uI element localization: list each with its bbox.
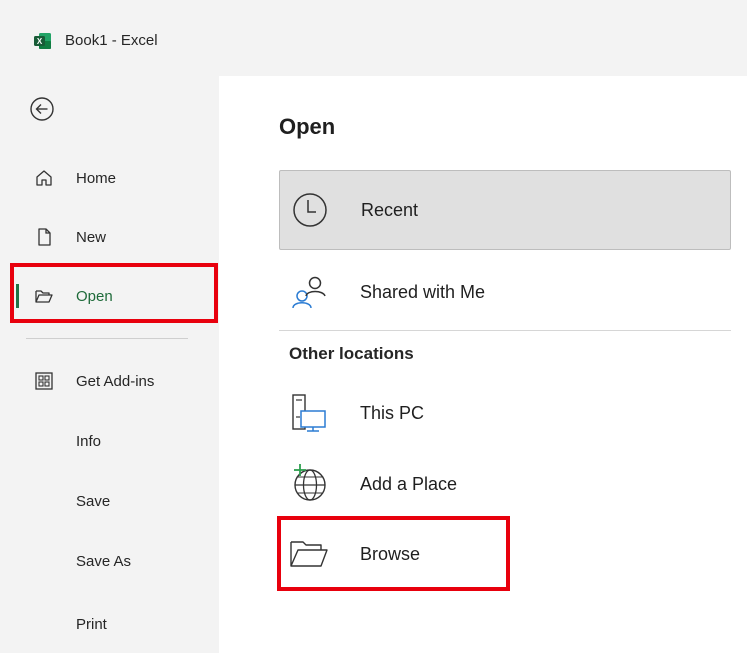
computer-icon xyxy=(287,391,331,435)
home-icon xyxy=(34,168,54,188)
sidebar-item-open[interactable]: Open xyxy=(14,274,214,318)
other-locations-heading: Other locations xyxy=(289,344,414,363)
sidebar-item-label: New xyxy=(76,228,107,246)
location-browse[interactable]: Browse xyxy=(279,514,731,594)
people-icon xyxy=(287,270,331,314)
sidebar-item-label: Home xyxy=(76,169,117,187)
location-label: Recent xyxy=(361,199,419,220)
folder-browse-icon xyxy=(287,532,331,576)
title-bar: X Book1 - Excel xyxy=(0,0,747,76)
sidebar-item-info[interactable]: Info xyxy=(14,419,214,463)
sidebar-item-label: Open xyxy=(76,287,113,305)
page-title: Open xyxy=(279,114,336,139)
sidebar-item-get-add-ins[interactable]: Get Add-ins xyxy=(14,359,214,403)
sidebar-item-save[interactable]: Save xyxy=(14,479,214,523)
location-recent[interactable]: Recent xyxy=(279,170,731,250)
open-pane: Open Recent Shared with Me Other locatio… xyxy=(219,76,747,653)
backstage-sidebar: Home New Open Get Add-ins Info Save Save… xyxy=(0,76,219,653)
location-add-a-place[interactable]: Add a Place xyxy=(279,444,731,524)
clock-icon xyxy=(288,188,332,232)
location-shared-with-me[interactable]: Shared with Me xyxy=(279,252,731,332)
excel-logo-icon: X xyxy=(34,33,51,49)
sidebar-item-label: Get Add-ins xyxy=(76,372,155,390)
window-title: Book1 - Excel xyxy=(65,32,158,49)
location-label: Add a Place xyxy=(360,473,458,494)
sidebar-item-new[interactable]: New xyxy=(14,215,214,259)
location-label: Shared with Me xyxy=(360,281,486,302)
locations-divider xyxy=(279,330,731,331)
sidebar-item-label: Save xyxy=(76,492,111,510)
sidebar-item-label: Print xyxy=(76,615,107,633)
active-indicator xyxy=(16,284,19,308)
globe-add-icon xyxy=(287,462,331,506)
excel-logo-letter: X xyxy=(37,37,43,46)
sidebar-item-label: Save As xyxy=(76,552,132,570)
location-this-pc[interactable]: This PC xyxy=(279,373,731,453)
location-label: This PC xyxy=(360,402,425,423)
sidebar-item-label: Info xyxy=(76,432,102,450)
folder-open-icon xyxy=(34,286,54,306)
excel-window: X Book1 - Excel Home New Open Get Add-in… xyxy=(0,0,747,653)
back-arrow-icon[interactable] xyxy=(28,95,56,123)
sidebar-divider xyxy=(26,338,188,339)
add-ins-grid-icon xyxy=(34,371,54,391)
sidebar-item-print[interactable]: Print xyxy=(14,602,214,646)
new-document-icon xyxy=(34,227,54,247)
sidebar-item-home[interactable]: Home xyxy=(14,156,214,200)
sidebar-item-save-as[interactable]: Save As xyxy=(14,539,214,583)
location-label: Browse xyxy=(360,543,421,564)
